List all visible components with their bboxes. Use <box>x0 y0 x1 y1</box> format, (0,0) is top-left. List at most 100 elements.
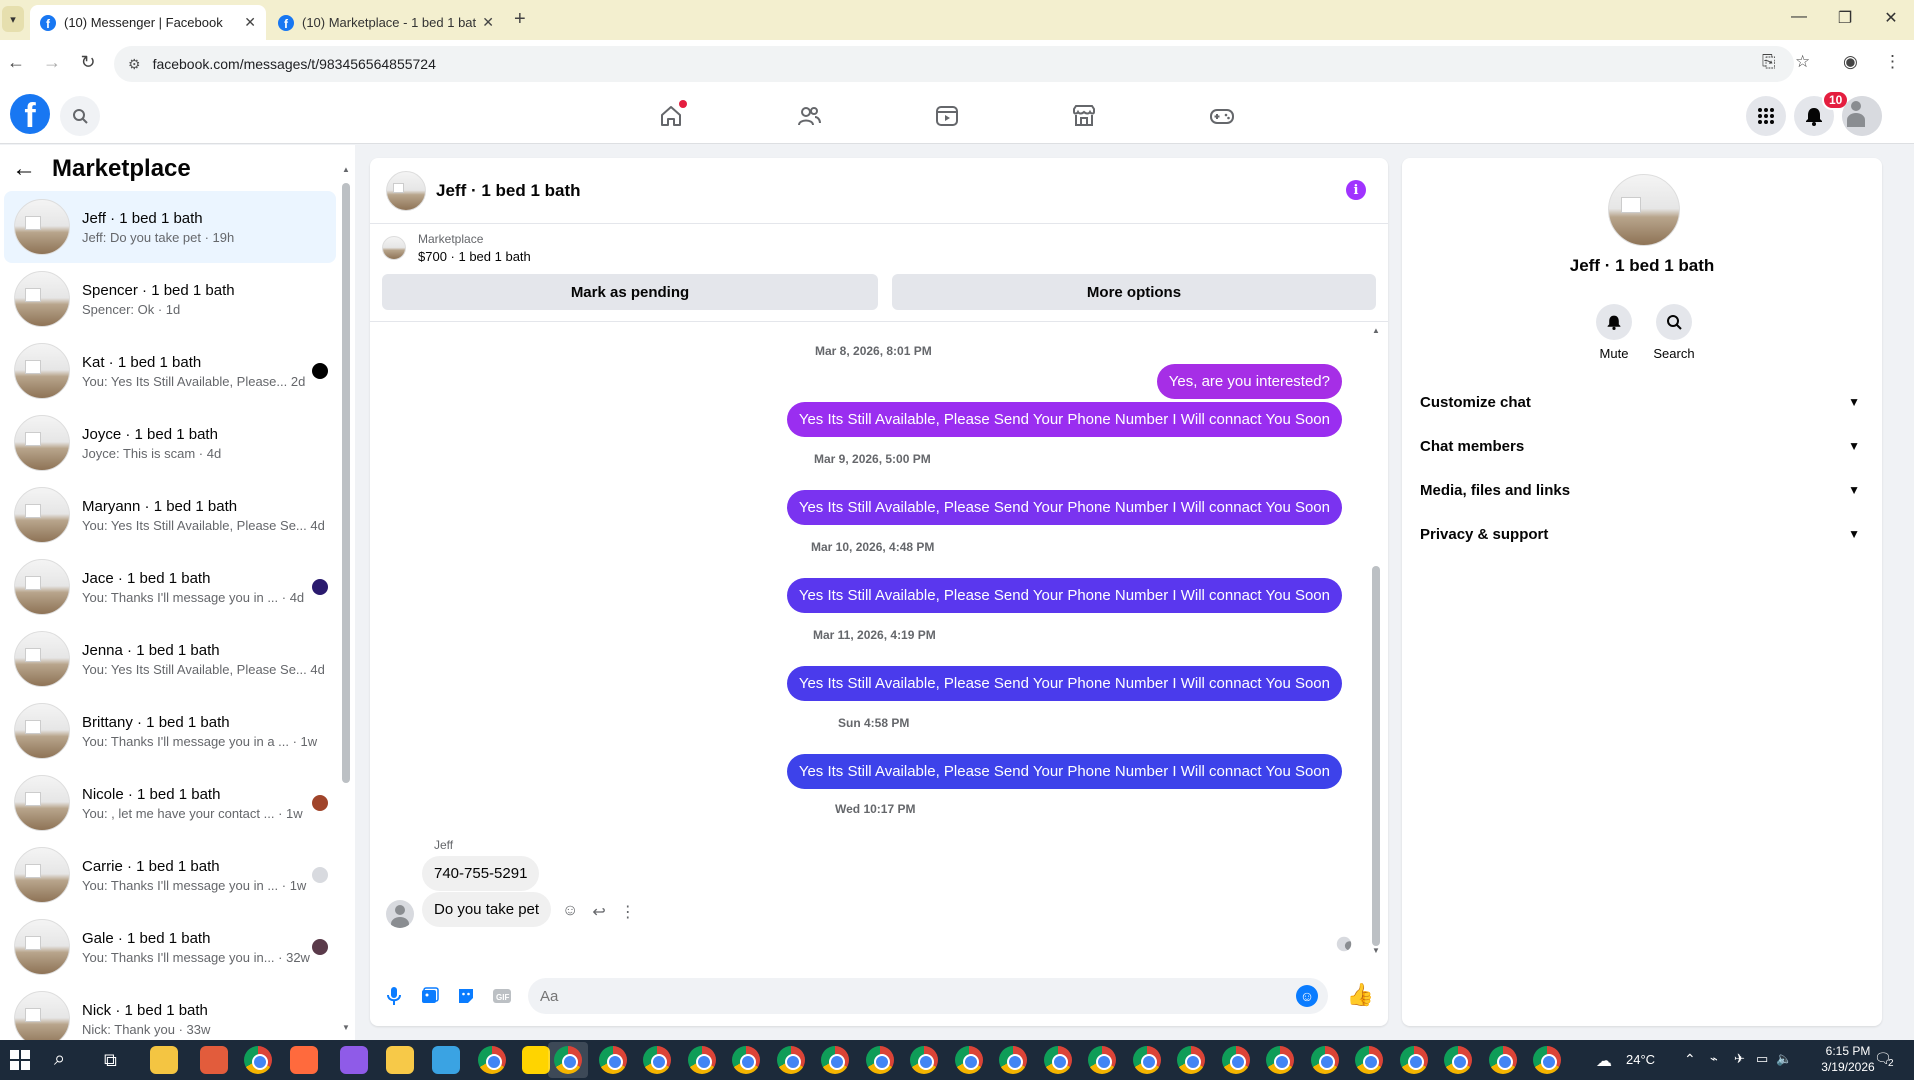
thumbs-up-like-icon[interactable]: 👍 <box>1347 982 1374 1008</box>
message-input-box[interactable]: ☺ <box>528 978 1328 1014</box>
chrome-window-icon[interactable] <box>1488 1046 1517 1074</box>
emoji-picker-icon[interactable]: ☺ <box>1296 985 1318 1007</box>
sender-avatar[interactable] <box>386 900 414 928</box>
tab-marketplace[interactable]: f (10) Marketplace - 1 bed 1 bath ✕ <box>268 5 504 40</box>
url-text[interactable]: facebook.com/messages/t/983456564855724 <box>153 56 436 72</box>
chrome-window-icon[interactable] <box>643 1046 671 1074</box>
chat-avatar[interactable] <box>386 170 426 211</box>
outgoing-message[interactable]: Yes, are you interested? <box>1156 364 1342 399</box>
conversation-item[interactable]: Nick · 1 bed 1 bath Nick: Thank you · 33w <box>4 983 336 1040</box>
volume-icon[interactable]: 🔈 <box>1776 1051 1792 1067</box>
conversation-item[interactable]: Maryann · 1 bed 1 bath You: Yes Its Still… <box>4 479 336 551</box>
conversation-item[interactable]: Jace · 1 bed 1 bath You: Thanks I'll mess… <box>4 551 336 623</box>
chrome-window-icon[interactable] <box>999 1046 1027 1074</box>
task-view-icon[interactable]: ⧉ <box>104 1050 117 1071</box>
scroll-up-arrow-icon[interactable]: ▲ <box>342 165 350 174</box>
chrome-window-icon[interactable] <box>554 1046 582 1074</box>
outgoing-message[interactable]: Yes Its Still Available, Please Send You… <box>786 754 1342 789</box>
address-bar[interactable]: ⚙ facebook.com/messages/t/98345656485572… <box>114 46 1794 82</box>
more-options-button[interactable]: More options <box>892 274 1376 310</box>
sticker-icon[interactable] <box>454 984 478 1008</box>
nav-marketplace[interactable] <box>1070 102 1098 130</box>
weather-temperature[interactable]: 24°C <box>1626 1052 1655 1067</box>
install-app-icon[interactable]: ⎘ <box>1762 52 1776 72</box>
conversation-item[interactable]: Spencer · 1 bed 1 bath Spencer: Ok · 1d <box>4 263 336 335</box>
photo-icon[interactable] <box>418 984 442 1008</box>
chrome-window-icon[interactable] <box>732 1046 760 1074</box>
search-icon[interactable]: ⌕ <box>54 1048 65 1071</box>
sticky-notes-icon[interactable] <box>522 1046 550 1074</box>
chevron-up-icon[interactable]: ⌃ <box>1684 1051 1696 1068</box>
close-tab-icon[interactable]: ✕ <box>482 14 494 31</box>
mark-as-pending-button[interactable]: Mark as pending <box>382 274 878 310</box>
outgoing-message[interactable]: Yes Its Still Available, Please Send You… <box>786 578 1342 613</box>
facebook-logo[interactable]: f <box>10 94 50 134</box>
profile-icon[interactable]: ◉ <box>1843 52 1858 72</box>
outgoing-message[interactable]: Yes Its Still Available, Please Send You… <box>786 402 1342 437</box>
tab-search-button[interactable]: ▾ <box>2 6 24 32</box>
chrome-window-icon[interactable] <box>1444 1046 1472 1074</box>
nav-video[interactable] <box>933 102 961 130</box>
scanner-icon[interactable] <box>200 1046 228 1074</box>
chrome-window-icon[interactable] <box>821 1046 849 1074</box>
chat-members-section[interactable]: Chat members ▼ <box>1414 424 1870 468</box>
reload-button[interactable]: ↻ <box>76 52 100 73</box>
privacy-support-section[interactable]: Privacy & support ▼ <box>1414 512 1870 556</box>
minimize-button[interactable]: — <box>1784 8 1814 26</box>
chrome-window-icon[interactable] <box>776 1046 805 1074</box>
incoming-message[interactable]: 740-755-5291 <box>422 856 540 891</box>
sidebar-scrollbar[interactable]: ▲ ▼ <box>342 165 350 1032</box>
chrome-window-icon[interactable] <box>1266 1046 1294 1074</box>
info-icon[interactable]: i <box>1346 180 1366 200</box>
chrome-window-icon[interactable] <box>1177 1046 1205 1074</box>
sidebar-scroll-thumb[interactable] <box>342 183 350 783</box>
scroll-up-arrow-icon[interactable]: ▲ <box>1372 326 1380 335</box>
conversation-item[interactable]: Gale · 1 bed 1 bath You: Thanks I'll mess… <box>4 911 336 983</box>
scroll-down-arrow-icon[interactable]: ▼ <box>342 1023 350 1032</box>
back-arrow-icon[interactable]: ← <box>12 155 36 183</box>
chrome-window-icon[interactable] <box>1310 1046 1339 1074</box>
scroll-down-arrow-icon[interactable]: ▼ <box>1372 946 1380 955</box>
chrome-window-icon[interactable] <box>1533 1046 1561 1074</box>
conversation-item[interactable]: Jenna · 1 bed 1 bath You: Yes Its Still A… <box>4 623 336 695</box>
nav-friends[interactable] <box>795 102 823 130</box>
close-window-button[interactable]: ✕ <box>1876 8 1906 28</box>
media-files-links-section[interactable]: Media, files and links ▼ <box>1414 468 1870 512</box>
conversation-item[interactable]: Brittany · 1 bed 1 bath You: Thanks I'll … <box>4 695 336 767</box>
chrome-icon[interactable] <box>478 1046 506 1074</box>
incoming-message[interactable]: Do you take pet <box>422 892 552 927</box>
chat-scroll-thumb[interactable] <box>1372 566 1380 946</box>
customize-chat-section[interactable]: Customize chat ▼ <box>1414 380 1870 424</box>
mute-button[interactable]: Mute <box>1584 304 1644 361</box>
nav-home[interactable] <box>657 100 687 130</box>
file-explorer-icon[interactable] <box>150 1046 178 1074</box>
chrome-window-icon[interactable] <box>1132 1046 1161 1074</box>
chrome-window-icon[interactable] <box>1221 1046 1250 1074</box>
conversation-item[interactable]: Joyce · 1 bed 1 bath Joyce: This is scam … <box>4 407 336 479</box>
chrome-window-icon[interactable] <box>598 1046 627 1074</box>
tab-messenger[interactable]: f (10) Messenger | Facebook ✕ <box>30 5 266 40</box>
reply-icon[interactable]: ↩ <box>592 902 605 922</box>
search-in-chat-button[interactable]: Search <box>1644 304 1704 361</box>
chrome-window-icon[interactable] <box>1355 1046 1383 1074</box>
more-actions-icon[interactable]: ⋮ <box>620 902 636 922</box>
listing-summary[interactable]: Marketplace $700 · 1 bed 1 bath <box>382 232 531 264</box>
outgoing-message[interactable]: Yes Its Still Available, Please Send You… <box>786 490 1342 525</box>
fb-search-button[interactable] <box>60 96 100 136</box>
restore-button[interactable]: ❐ <box>1830 8 1860 28</box>
chrome-window-icon[interactable] <box>910 1046 938 1074</box>
react-emoji-icon[interactable]: ☺ <box>562 902 578 922</box>
weather-icon[interactable]: ☁ <box>1596 1051 1612 1071</box>
chrome-window-icon[interactable] <box>1399 1046 1428 1074</box>
chrome-window-icon[interactable] <box>687 1046 716 1074</box>
network-icon[interactable]: ⌁ <box>1710 1051 1718 1067</box>
chat-scrollbar[interactable]: ▲ ▼ <box>1372 326 1380 956</box>
wifi-off-icon[interactable]: ✈ <box>1734 1051 1745 1067</box>
start-button[interactable] <box>10 1050 30 1070</box>
back-button[interactable]: ← <box>4 52 28 73</box>
new-tab-button[interactable]: + <box>514 8 526 31</box>
paint-icon[interactable] <box>432 1046 460 1074</box>
microphone-icon[interactable] <box>382 984 406 1008</box>
close-tab-icon[interactable]: ✕ <box>244 14 256 31</box>
account-avatar[interactable] <box>1842 96 1882 136</box>
